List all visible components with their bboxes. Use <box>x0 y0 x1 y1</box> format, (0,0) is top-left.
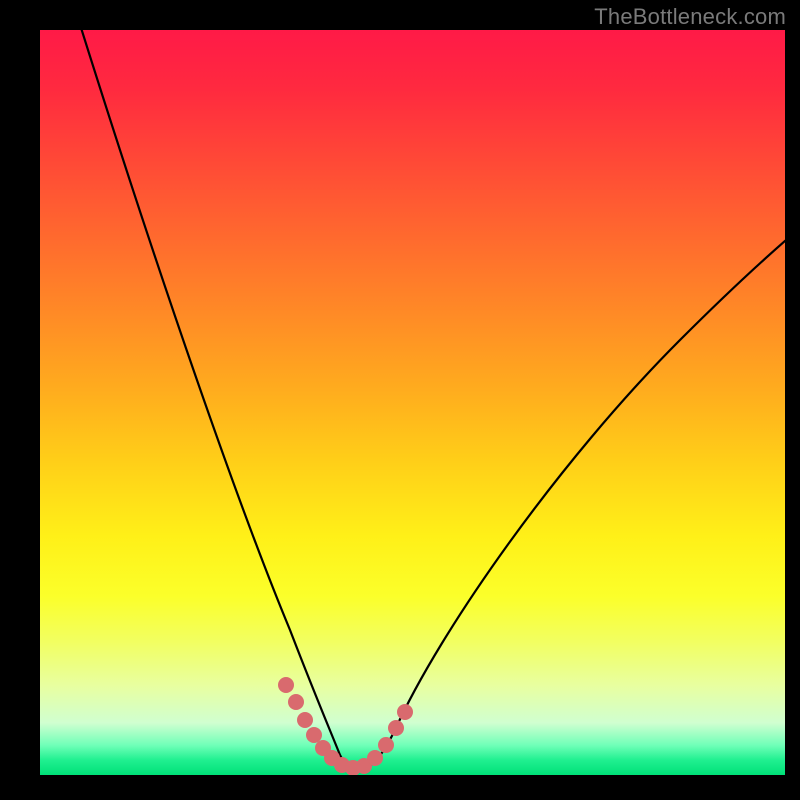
chart-frame: TheBottleneck.com <box>0 0 800 800</box>
bottleneck-curve <box>77 30 785 770</box>
curve-layer <box>40 30 785 775</box>
highlight-dots <box>278 677 413 775</box>
watermark-text: TheBottleneck.com <box>594 4 786 30</box>
plot-area <box>40 30 785 775</box>
